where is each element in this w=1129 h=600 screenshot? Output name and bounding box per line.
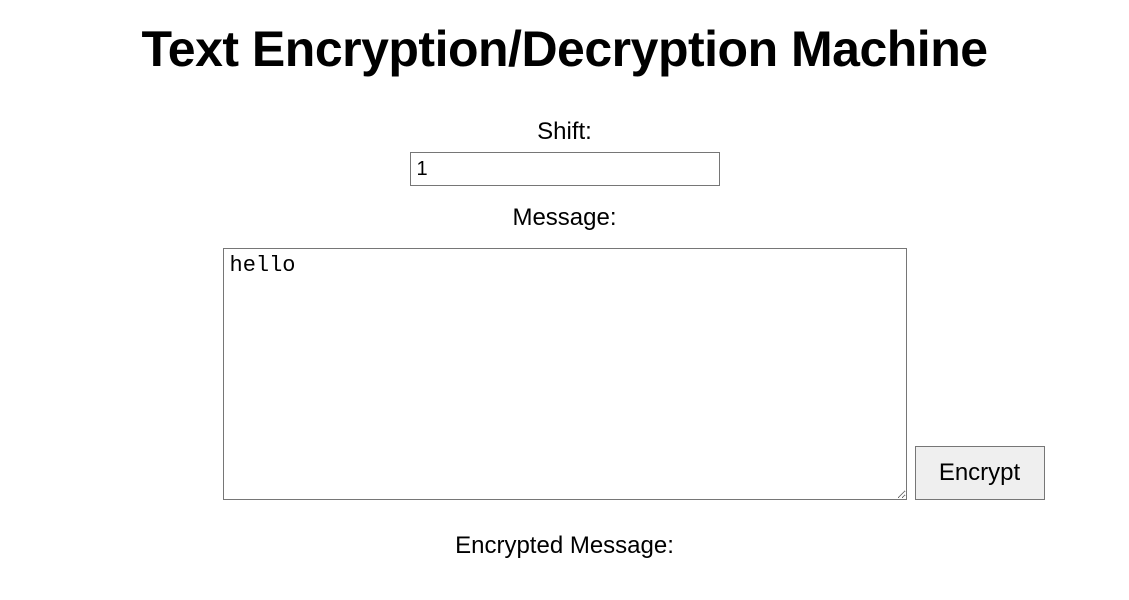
message-textarea[interactable]: [223, 248, 907, 500]
encrypted-section: Encrypted Message:: [0, 532, 1129, 560]
message-section: Message: Encrypt: [0, 204, 1129, 500]
page-title: Text Encryption/Decryption Machine: [0, 20, 1129, 78]
app-container: Text Encryption/Decryption Machine Shift…: [0, 0, 1129, 560]
message-row: Encrypt: [223, 248, 907, 500]
encrypt-button[interactable]: Encrypt: [915, 446, 1045, 500]
shift-input[interactable]: [410, 152, 720, 186]
shift-section: Shift:: [0, 118, 1129, 186]
message-label: Message:: [0, 204, 1129, 232]
encrypted-label: Encrypted Message:: [0, 532, 1129, 560]
shift-label: Shift:: [0, 118, 1129, 146]
